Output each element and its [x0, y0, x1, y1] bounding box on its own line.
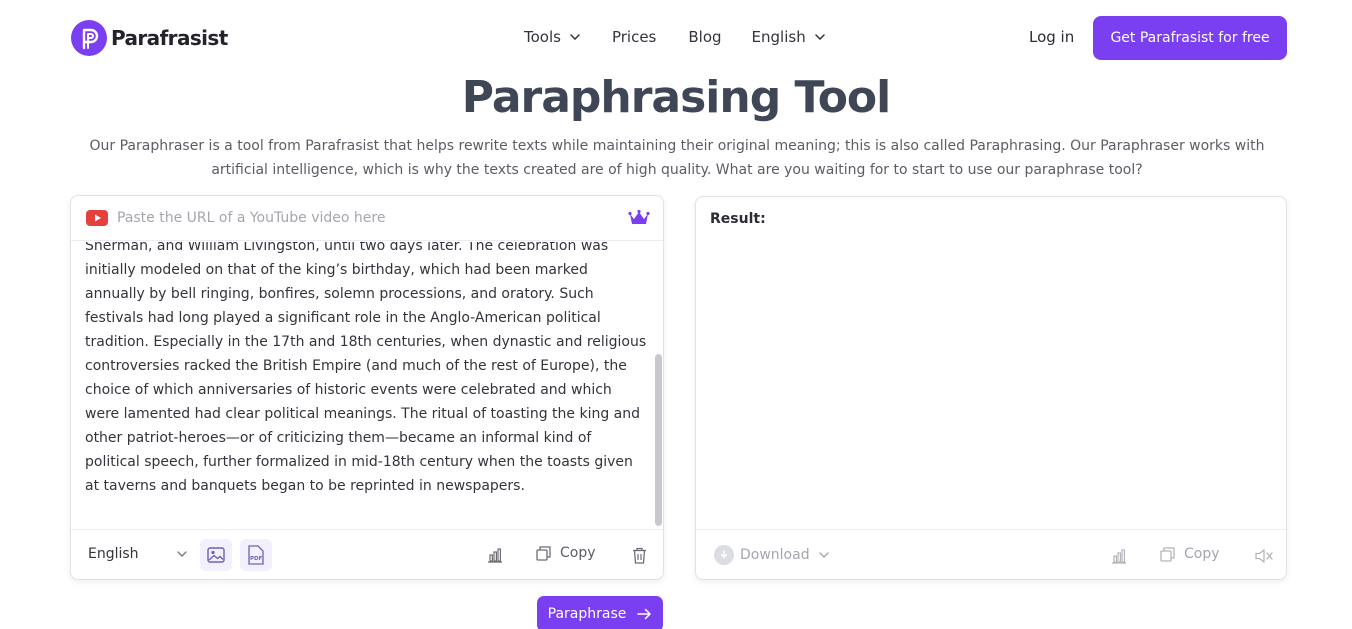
- download-label: Download: [740, 547, 810, 563]
- copy-result-label: Copy: [1184, 546, 1220, 562]
- copy-input-label: Copy: [560, 545, 596, 561]
- nav-blog-label: Blog: [688, 28, 722, 46]
- paraphrase-button[interactable]: Paraphrase: [537, 596, 663, 629]
- nav-prices-label: Prices: [611, 28, 657, 46]
- logo-text: Parafrasist: [111, 26, 228, 50]
- bar-chart-icon: [1112, 549, 1126, 564]
- youtube-url-bar: [71, 196, 663, 241]
- nav-tools-label: Tools: [524, 28, 561, 46]
- result-stats-button[interactable]: [1105, 541, 1133, 571]
- chevron-down-icon: [176, 551, 187, 557]
- page-title: Paraphrasing Tool: [461, 72, 891, 123]
- input-textarea[interactable]: Sherman, and William Livingston, until t…: [71, 242, 663, 529]
- page-subtitle: Our Paraphraser is a tool from Parafrasi…: [89, 138, 1265, 178]
- input-scrollbar-thumb[interactable]: [655, 354, 662, 526]
- copy-input-button[interactable]: Copy: [536, 545, 596, 561]
- input-text: Sherman, and William Livingston, until t…: [85, 242, 647, 494]
- trash-icon: [632, 547, 646, 564]
- mute-icon: [1255, 549, 1273, 563]
- crown-icon[interactable]: [628, 209, 650, 227]
- youtube-icon: [86, 210, 108, 226]
- input-panel: Sherman, and William Livingston, until t…: [70, 195, 664, 580]
- copy-icon: [536, 545, 551, 561]
- chevron-down-icon: [818, 552, 829, 558]
- nav-tools[interactable]: Tools: [524, 28, 580, 46]
- upload-image-button[interactable]: [200, 539, 232, 571]
- result-label: Result:: [710, 211, 766, 227]
- download-button[interactable]: Download: [714, 545, 829, 565]
- nav-prices[interactable]: Prices: [612, 28, 656, 46]
- result-panel: Result: Download Copy: [695, 196, 1287, 580]
- bar-chart-icon: [488, 548, 502, 563]
- language-select[interactable]: English: [88, 546, 187, 562]
- download-icon: [714, 545, 734, 565]
- nav-blog[interactable]: Blog: [688, 28, 721, 46]
- logo[interactable]: Parafrasist: [71, 20, 228, 56]
- get-free-button[interactable]: Get Parafrasist for free: [1093, 16, 1287, 60]
- stats-button[interactable]: [481, 540, 509, 570]
- login-link[interactable]: Log in: [1029, 28, 1074, 46]
- speak-button[interactable]: [1251, 541, 1277, 571]
- arrow-right-icon: [637, 608, 652, 620]
- top-navbar: Parafrasist Tools Prices Blog English Lo…: [0, 0, 1352, 76]
- youtube-url-input[interactable]: [117, 206, 607, 230]
- result-toolbar: Download Copy: [696, 529, 1286, 580]
- nav-language-label: English: [751, 28, 806, 46]
- parafrasist-logo-icon: [71, 20, 107, 56]
- language-select-value: English: [88, 546, 139, 562]
- clear-text-button[interactable]: [626, 540, 652, 570]
- pdf-icon-label: PDF: [250, 556, 263, 562]
- input-toolbar: English PDF Copy: [71, 529, 663, 579]
- nav-language[interactable]: English: [752, 28, 825, 46]
- chevron-down-icon: [814, 34, 825, 40]
- image-icon: [207, 547, 225, 563]
- chevron-down-icon: [570, 34, 580, 40]
- copy-result-button[interactable]: Copy: [1160, 546, 1220, 562]
- upload-pdf-button[interactable]: PDF: [240, 539, 272, 571]
- pdf-icon: PDF: [248, 545, 264, 565]
- copy-icon: [1160, 546, 1175, 562]
- main-menu: Tools Prices Blog English: [524, 28, 857, 46]
- paraphrase-label: Paraphrase: [547, 606, 627, 622]
